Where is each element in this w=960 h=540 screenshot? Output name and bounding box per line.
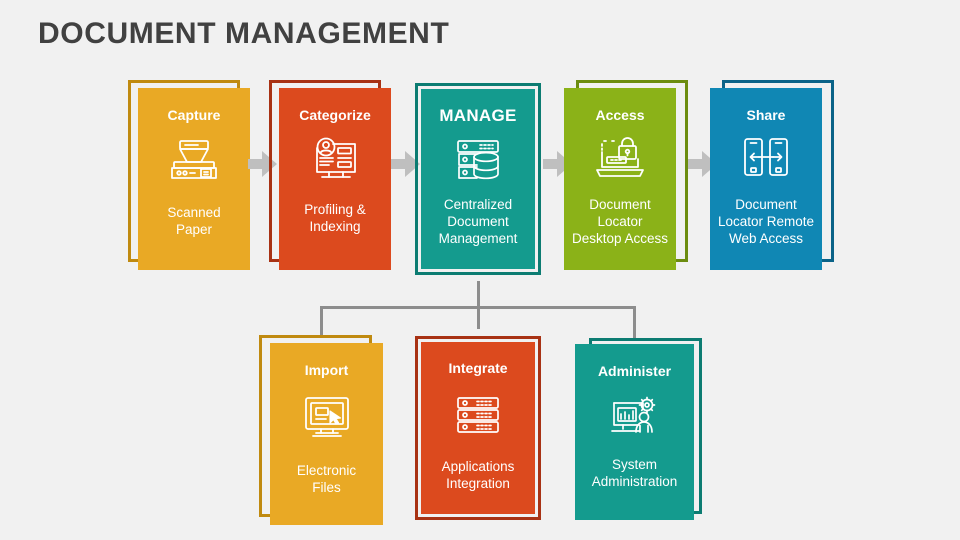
server-stack-icon	[455, 396, 501, 439]
connector-drop-import	[320, 306, 323, 338]
card-share-panel[interactable]: Share Document Locator Remote Web Access	[710, 88, 822, 270]
card-share-title: Share	[746, 107, 786, 123]
connector-drop-administer	[633, 306, 636, 338]
card-categorize-panel[interactable]: Categorize Profiling & Indexing	[279, 88, 391, 270]
card-integrate[interactable]: Integrate Applications Integration	[415, 336, 541, 520]
card-import-panel[interactable]: Import Electronic Files	[270, 343, 383, 525]
card-categorize[interactable]: Categorize Profiling & Indexing	[269, 80, 391, 270]
card-capture-description: Scanned Paper	[167, 205, 221, 238]
card-share[interactable]: Share Document Locator Remote Web Access	[710, 80, 834, 270]
card-integrate-description: Applications Integration	[441, 459, 515, 492]
card-capture-title: Capture	[167, 107, 221, 123]
laptop-lock-icon	[593, 136, 647, 185]
card-import[interactable]: Import Electronic Files	[259, 335, 383, 525]
card-integrate-title: Integrate	[448, 360, 508, 376]
card-capture[interactable]: Capture Scanned Paper	[128, 80, 250, 270]
card-administer-description: System Administration	[591, 457, 678, 490]
card-manage-title: MANAGE	[439, 106, 517, 125]
card-categorize-title: Categorize	[299, 107, 371, 123]
card-import-title: Import	[304, 362, 349, 378]
card-administer-title: Administer	[597, 363, 672, 379]
card-access-description: Document Locator Desktop Access	[571, 197, 669, 247]
scanner-icon	[168, 139, 220, 188]
connector-horizontal-bus	[320, 306, 636, 309]
card-manage[interactable]: MANAGE Centralized Document Management	[415, 83, 541, 275]
page-title: DOCUMENT MANAGEMENT	[38, 17, 450, 50]
diagram-canvas: DOCUMENT MANAGEMENT Capture Scanned Pape…	[0, 0, 960, 540]
card-access-title: Access	[595, 107, 645, 123]
card-access[interactable]: Access Document Locator Desktop Access	[564, 80, 688, 270]
card-access-panel[interactable]: Access Document Locator Desktop Access	[564, 88, 676, 270]
profile-monitor-icon	[309, 137, 361, 188]
card-manage-description: Centralized Document Management	[438, 196, 518, 246]
card-capture-panel[interactable]: Capture Scanned Paper	[138, 88, 250, 270]
card-share-description: Document Locator Remote Web Access	[717, 197, 815, 247]
database-server-icon	[452, 137, 504, 186]
card-integrate-panel[interactable]: Integrate Applications Integration	[421, 342, 535, 514]
connector-manage-stem	[477, 281, 480, 329]
monitor-cursor-icon	[302, 395, 352, 444]
card-administer[interactable]: Administer System Administration	[575, 338, 702, 520]
card-import-description: Electronic Files	[296, 463, 357, 496]
card-categorize-description: Profiling & Indexing	[304, 202, 366, 235]
share-phones-icon	[741, 136, 791, 185]
admin-user-gear-icon	[609, 395, 661, 442]
card-administer-panel[interactable]: Administer System Administration	[575, 344, 694, 520]
card-manage-panel[interactable]: MANAGE Centralized Document Management	[421, 89, 535, 269]
